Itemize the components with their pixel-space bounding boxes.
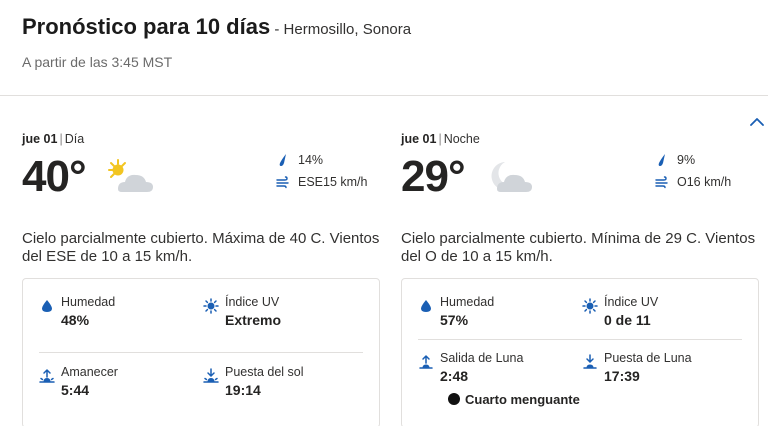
wind-speed: O16 km/h: [677, 175, 732, 189]
forecast-date: jue 01: [401, 132, 437, 146]
night-forecast: jue 01 | Noche 29° 9% O16 km/h Cielo parci…: [401, 132, 759, 426]
period-separator: |: [438, 132, 442, 146]
page-title: Pronóstico para 10 días: [22, 14, 271, 39]
uv-label: Índice UV: [604, 295, 659, 309]
precipitation-chance: 9%: [677, 153, 696, 167]
partly-cloudy-day-icon: [108, 159, 153, 192]
location-label: - Hermosillo, Sonora: [270, 21, 412, 38]
sunset-label: Puesta del sol: [225, 365, 304, 379]
moonrise-value: 2:48: [440, 368, 469, 384]
period-label: Día: [64, 132, 85, 146]
sun-uv-icon: [203, 298, 219, 314]
moon-phase: Cuarto menguante: [448, 392, 580, 407]
temperature: 29°: [401, 152, 466, 201]
forecast-description: Cielo parcialmente cubierto. Mínima de 2…: [401, 230, 756, 265]
partly-cloudy-night-icon: [491, 162, 532, 192]
wind-speed: ESE15 km/h: [298, 175, 368, 189]
period-header: jue 01 | Día: [22, 132, 380, 146]
temperature: 40°: [22, 152, 87, 201]
humidity-drop-icon: [42, 300, 52, 312]
uv-value: Extremo: [225, 312, 282, 328]
sun-uv-icon: [582, 298, 598, 314]
page-header: Pronóstico para 10 días - Hermosillo, So…: [22, 14, 768, 40]
sunrise-value: 5:44: [61, 382, 90, 398]
moonrise-label: Salida de Luna: [440, 351, 524, 365]
card-divider: [39, 352, 363, 353]
period-header: jue 01 | Noche: [401, 132, 759, 146]
precipitation-chance: 14%: [298, 153, 324, 167]
day-forecast: jue 01 | Día 40° 14% ESE15 km/h Cielo pa…: [22, 132, 380, 426]
uv-label: Índice UV: [225, 295, 280, 309]
moon-phase-label: Cuarto menguante: [465, 392, 580, 407]
period-label: Noche: [443, 132, 480, 146]
wind-icon: [655, 176, 668, 189]
moon-phase-icon: [448, 393, 460, 405]
moonset-icon: [583, 354, 597, 369]
uv-value: 0 de 11: [604, 312, 651, 328]
raindrop-icon: [279, 154, 286, 166]
wind-icon: [276, 176, 289, 189]
moonset-value: 17:39: [604, 368, 640, 384]
raindrop-icon: [658, 154, 665, 166]
details-card: Humedad 57% Índice UV 0 de 11 Salida de …: [401, 278, 759, 426]
header-divider: [0, 95, 768, 96]
humidity-value: 57%: [440, 312, 469, 328]
sunrise-icon: [39, 368, 55, 383]
as-of-timestamp: A partir de las 3:45 MST: [22, 54, 173, 70]
forecast-date: jue 01: [22, 132, 58, 146]
humidity-label: Humedad: [61, 295, 116, 309]
humidity-value: 48%: [61, 312, 90, 328]
sunset-icon: [203, 368, 219, 383]
chevron-up-icon[interactable]: [748, 113, 766, 131]
moonrise-icon: [419, 354, 433, 369]
details-card: Humedad 48% Índice UV Extremo Amanecer 5…: [22, 278, 380, 426]
sunset-value: 19:14: [225, 382, 261, 398]
moonset-label: Puesta de Luna: [604, 351, 692, 365]
card-divider: [418, 339, 742, 340]
humidity-label: Humedad: [440, 295, 495, 309]
forecast-description: Cielo parcialmente cubierto. Máxima de 4…: [22, 230, 380, 265]
humidity-drop-icon: [421, 300, 431, 312]
sunrise-label: Amanecer: [61, 365, 118, 379]
period-separator: |: [59, 132, 63, 146]
